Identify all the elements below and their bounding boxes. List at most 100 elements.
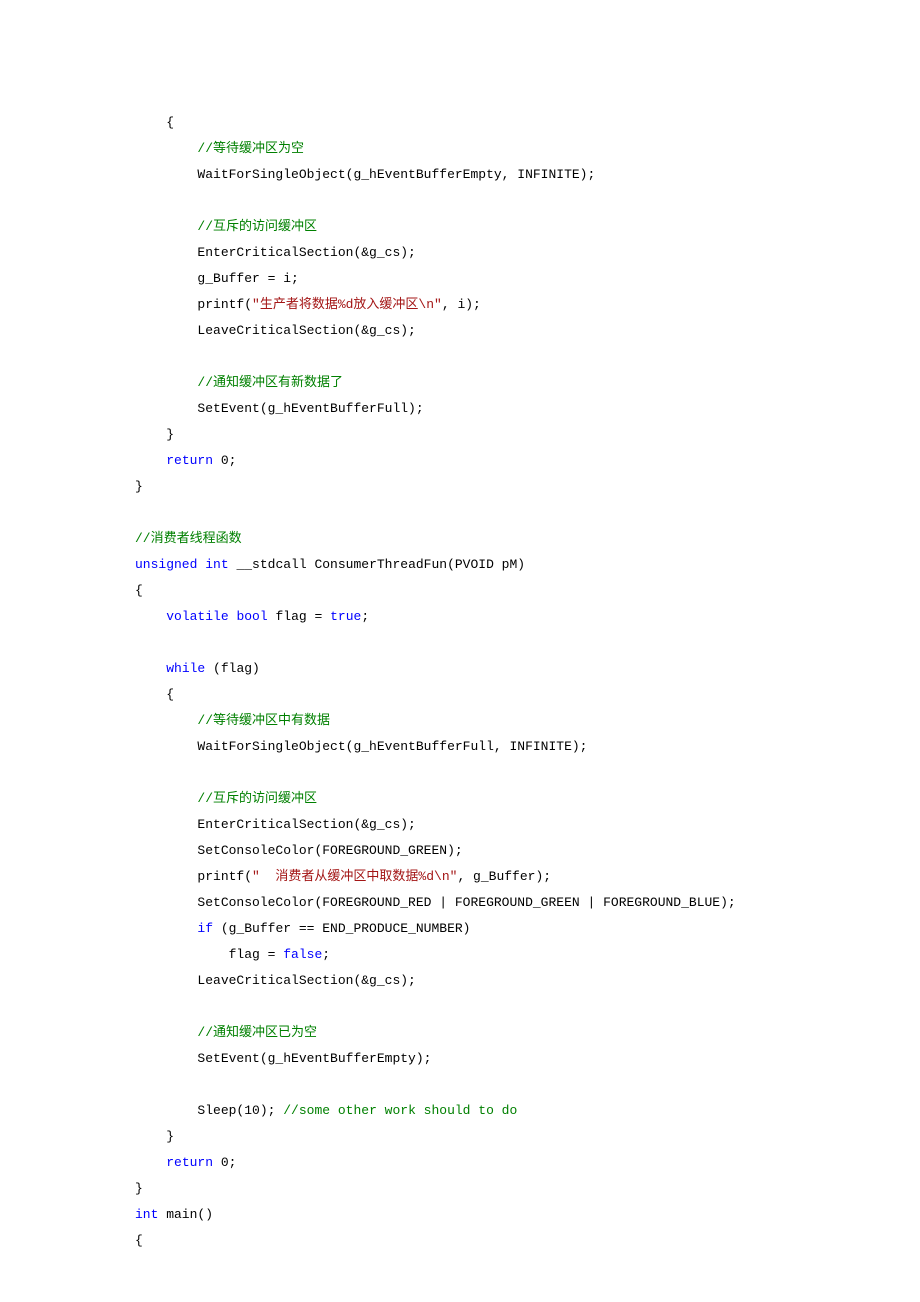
code-line <box>135 344 920 370</box>
code-line: return 0; <box>135 448 920 474</box>
code-line <box>135 188 920 214</box>
code-token: volatile <box>166 609 228 624</box>
code-token: g_Buffer = i; <box>197 271 298 286</box>
code-token: //等待缓冲区为空 <box>197 141 304 156</box>
code-line: EnterCriticalSection(&g_cs); <box>135 812 920 838</box>
code-block: { //等待缓冲区为空 WaitForSingleObject(g_hEvent… <box>135 110 920 1254</box>
code-line: //消费者线程函数 <box>135 526 920 552</box>
code-token: SetEvent(g_hEventBufferFull); <box>197 401 423 416</box>
code-line: if (g_Buffer == END_PRODUCE_NUMBER) <box>135 916 920 942</box>
code-line: g_Buffer = i; <box>135 266 920 292</box>
code-line: { <box>135 110 920 136</box>
code-token: printf( <box>197 869 252 884</box>
code-token: printf( <box>197 297 252 312</box>
code-token: WaitForSingleObject(g_hEventBufferEmpty,… <box>197 167 595 182</box>
code-token: true <box>330 609 361 624</box>
code-token: __stdcall ConsumerThreadFun(PVOID pM) <box>229 557 525 572</box>
code-line: //等待缓冲区中有数据 <box>135 708 920 734</box>
code-token: , i); <box>442 297 481 312</box>
code-line: int main() <box>135 1202 920 1228</box>
code-token: " 消费者从缓冲区中取数据%d\n" <box>252 869 457 884</box>
code-token: flag = <box>268 609 330 624</box>
code-line: Sleep(10); //some other work should to d… <box>135 1098 920 1124</box>
code-token: (g_Buffer == END_PRODUCE_NUMBER) <box>213 921 470 936</box>
code-line: { <box>135 1228 920 1254</box>
code-line: printf("生产者将数据%d放入缓冲区\n", i); <box>135 292 920 318</box>
code-line: SetEvent(g_hEventBufferFull); <box>135 396 920 422</box>
code-line: WaitForSingleObject(g_hEventBufferEmpty,… <box>135 162 920 188</box>
code-token: } <box>135 479 143 494</box>
code-token: 0; <box>213 1155 236 1170</box>
code-token: Sleep(10); <box>197 1103 283 1118</box>
code-token: //互斥的访问缓冲区 <box>197 219 317 234</box>
code-line: //等待缓冲区为空 <box>135 136 920 162</box>
code-line: SetConsoleColor(FOREGROUND_RED | FOREGRO… <box>135 890 920 916</box>
code-line <box>135 994 920 1020</box>
code-token: //等待缓冲区中有数据 <box>197 713 330 728</box>
code-token: } <box>166 1129 174 1144</box>
code-line: LeaveCriticalSection(&g_cs); <box>135 318 920 344</box>
code-token: SetEvent(g_hEventBufferEmpty); <box>197 1051 431 1066</box>
code-token: EnterCriticalSection(&g_cs); <box>197 817 415 832</box>
code-token: bool <box>236 609 267 624</box>
code-token: EnterCriticalSection(&g_cs); <box>197 245 415 260</box>
code-line: EnterCriticalSection(&g_cs); <box>135 240 920 266</box>
code-token: while <box>166 661 205 676</box>
code-token: ; <box>361 609 369 624</box>
code-token: //互斥的访问缓冲区 <box>197 791 317 806</box>
code-token: 0; <box>213 453 236 468</box>
code-line: printf(" 消费者从缓冲区中取数据%d\n", g_Buffer); <box>135 864 920 890</box>
code-line: //互斥的访问缓冲区 <box>135 214 920 240</box>
code-token: LeaveCriticalSection(&g_cs); <box>197 973 415 988</box>
code-token: //some other work should to do <box>283 1103 517 1118</box>
code-line: return 0; <box>135 1150 920 1176</box>
code-token: WaitForSingleObject(g_hEventBufferFull, … <box>197 739 587 754</box>
code-page: { //等待缓冲区为空 WaitForSingleObject(g_hEvent… <box>0 0 920 1302</box>
code-line <box>135 1072 920 1098</box>
code-token: LeaveCriticalSection(&g_cs); <box>197 323 415 338</box>
code-line: //互斥的访问缓冲区 <box>135 786 920 812</box>
code-token: unsigned <box>135 557 197 572</box>
code-token: int <box>205 557 228 572</box>
code-token: return <box>166 1155 213 1170</box>
code-token: { <box>135 1233 143 1248</box>
code-token: int <box>135 1207 158 1222</box>
code-token: } <box>166 427 174 442</box>
code-token: flag = <box>229 947 284 962</box>
code-token: SetConsoleColor(FOREGROUND_RED | FOREGRO… <box>197 895 735 910</box>
code-line: } <box>135 422 920 448</box>
code-line: //通知缓冲区已为空 <box>135 1020 920 1046</box>
code-line: //通知缓冲区有新数据了 <box>135 370 920 396</box>
code-token: ; <box>322 947 330 962</box>
code-line: unsigned int __stdcall ConsumerThreadFun… <box>135 552 920 578</box>
code-line: SetConsoleColor(FOREGROUND_GREEN); <box>135 838 920 864</box>
code-token: if <box>197 921 213 936</box>
code-line: { <box>135 682 920 708</box>
code-token: //消费者线程函数 <box>135 531 242 546</box>
code-line <box>135 630 920 656</box>
code-token: { <box>166 687 174 702</box>
code-token: { <box>166 115 174 130</box>
code-line <box>135 760 920 786</box>
code-token: return <box>166 453 213 468</box>
code-token: main() <box>158 1207 213 1222</box>
code-token: false <box>283 947 322 962</box>
code-token: , g_Buffer); <box>457 869 551 884</box>
code-token: //通知缓冲区有新数据了 <box>197 375 343 390</box>
code-line: WaitForSingleObject(g_hEventBufferFull, … <box>135 734 920 760</box>
code-token: SetConsoleColor(FOREGROUND_GREEN); <box>197 843 462 858</box>
code-token: { <box>135 583 143 598</box>
code-line: SetEvent(g_hEventBufferEmpty); <box>135 1046 920 1072</box>
code-line: volatile bool flag = true; <box>135 604 920 630</box>
code-line: flag = false; <box>135 942 920 968</box>
code-line: LeaveCriticalSection(&g_cs); <box>135 968 920 994</box>
code-line <box>135 500 920 526</box>
code-line: { <box>135 578 920 604</box>
code-line: } <box>135 1176 920 1202</box>
code-token: } <box>135 1181 143 1196</box>
code-token: //通知缓冲区已为空 <box>197 1025 317 1040</box>
code-line: } <box>135 474 920 500</box>
code-line: while (flag) <box>135 656 920 682</box>
code-token: "生产者将数据%d放入缓冲区\n" <box>252 297 442 312</box>
code-line: } <box>135 1124 920 1150</box>
